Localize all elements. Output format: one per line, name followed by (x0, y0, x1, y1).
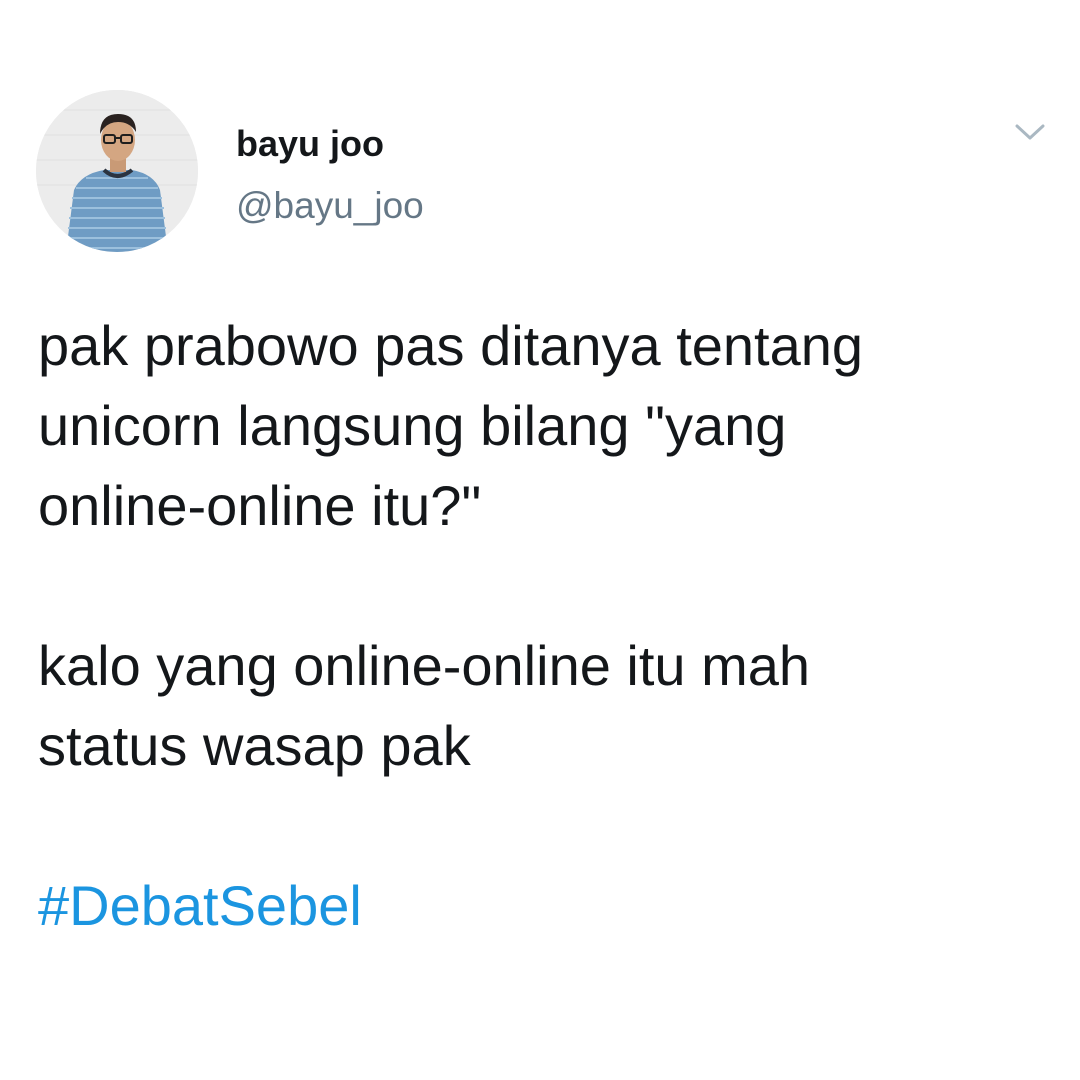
hashtag-line: #DebatSebel (38, 866, 1048, 946)
profile-photo (36, 90, 198, 252)
tweet-text-line: status wasap pak (38, 714, 471, 777)
tweet-text-line: online-online itu?" (38, 474, 482, 537)
tweet-text-line: unicorn langsung bilang "yang (38, 394, 787, 457)
tweet-text-line: kalo yang online-online itu mah (38, 634, 811, 697)
chevron-down-icon[interactable] (1010, 118, 1050, 148)
hashtag-link[interactable]: #DebatSebel (38, 874, 362, 937)
user-handle[interactable]: @bayu_joo (236, 184, 424, 228)
display-name[interactable]: bayu joo (236, 122, 384, 166)
tweet-text: pak prabowo pas ditanya tentang unicorn … (38, 306, 1048, 946)
avatar[interactable] (36, 90, 198, 252)
tweet-text-line: pak prabowo pas ditanya tentang (38, 314, 864, 377)
